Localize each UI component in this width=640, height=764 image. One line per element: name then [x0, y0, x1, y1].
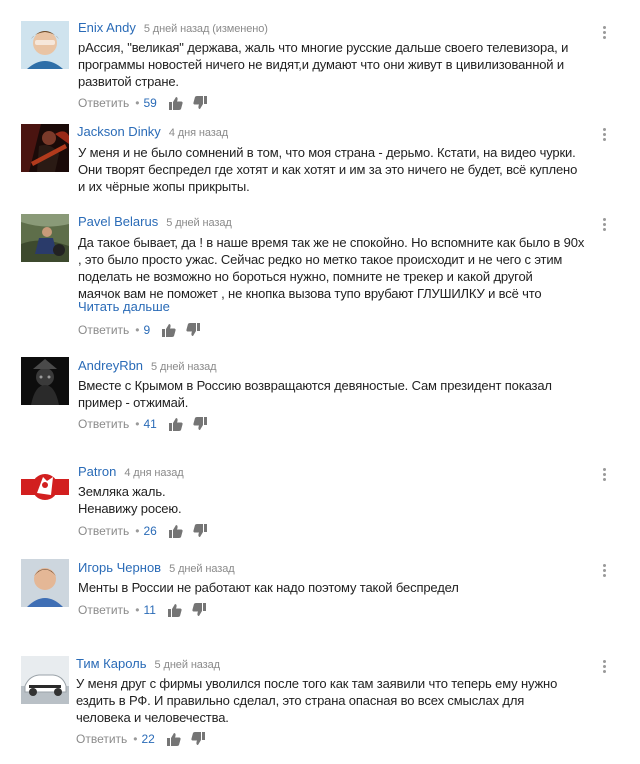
thumbs-down-icon[interactable]	[186, 323, 201, 337]
comment-line: Они творят беспредел где хотят и как хот…	[78, 162, 578, 177]
thumbs-up-icon[interactable]	[162, 323, 176, 337]
comment-text: У меня и не было сомнений в том, что моя…	[78, 144, 598, 195]
thumbs-down-icon[interactable]	[191, 732, 205, 746]
like-count: 11	[143, 603, 156, 617]
comment-actions: Ответить • 9	[78, 321, 210, 339]
more-options-icon[interactable]	[600, 218, 608, 234]
author-name[interactable]: Jackson Dinky	[77, 124, 161, 139]
comment-line: У меня друг с фирмы уволился после того …	[76, 676, 558, 691]
author-name[interactable]: Pavel Belarus	[78, 214, 158, 229]
separator-dot: •	[135, 417, 140, 431]
thumbs-down-icon[interactable]	[193, 96, 207, 110]
avatar[interactable]	[21, 357, 69, 405]
avatar[interactable]	[21, 463, 69, 511]
like-count: 22	[141, 732, 155, 746]
reply-button[interactable]: Ответить	[78, 417, 129, 431]
thumbs-down-icon[interactable]	[192, 603, 206, 617]
author-name[interactable]: Тим Кароль	[76, 656, 147, 671]
like-count: 41	[143, 417, 157, 431]
avatar[interactable]	[21, 656, 69, 704]
comment-line: и их чёрные жопы прикрыты.	[78, 179, 250, 194]
comment-time[interactable]: 4 дня назад	[169, 127, 228, 139]
author-name[interactable]: AndreyRbn	[78, 358, 143, 373]
thumbs-down-icon[interactable]	[193, 417, 207, 431]
separator-dot: •	[135, 323, 140, 337]
comment-author[interactable]: Patron 4 дня назад	[78, 464, 184, 479]
more-options-icon[interactable]	[600, 564, 608, 580]
reply-button[interactable]: Ответить	[78, 96, 129, 110]
thumbs-up-icon[interactable]	[167, 603, 182, 617]
comment-line: развитой стране.	[78, 74, 179, 89]
comment-author[interactable]: Тим Кароль 5 дней назад	[76, 656, 220, 671]
comment-line: ездить в РФ. И правильно сделал, это стр…	[76, 693, 525, 708]
avatar[interactable]	[21, 214, 69, 262]
comment-time[interactable]: 5 дней назад (изменено)	[144, 23, 268, 35]
more-options-icon[interactable]	[600, 128, 608, 144]
comment-actions: Ответить • 59	[78, 94, 217, 112]
more-options-icon[interactable]	[600, 468, 608, 484]
comment-line: Менты в России не работают как надо поэт…	[78, 580, 459, 595]
comment-text: Земляка жаль. Ненавижу росею.	[78, 483, 598, 517]
comment-line: , это было просто ужас. Сейчас редко но …	[78, 252, 563, 267]
separator-dot: •	[133, 732, 138, 746]
like-count: 59	[143, 96, 157, 110]
author-name[interactable]: Enix Andy	[78, 20, 136, 35]
comment-actions: Ответить • 41	[78, 415, 217, 433]
reply-button[interactable]: Ответить	[76, 732, 127, 746]
comment-text: рАссия, "великая" держава, жаль что мног…	[78, 39, 598, 90]
separator-dot: •	[135, 96, 140, 110]
comment-line: человека и человечества.	[76, 710, 229, 725]
more-options-icon[interactable]	[600, 660, 608, 676]
thumbs-up-icon[interactable]	[168, 417, 183, 431]
thumbs-up-icon[interactable]	[166, 732, 181, 746]
reply-button[interactable]: Ответить	[78, 524, 129, 538]
comment-time[interactable]: 5 дней назад	[155, 659, 221, 671]
separator-dot: •	[135, 524, 140, 538]
reply-button[interactable]: Ответить	[78, 603, 129, 617]
comment-line: Вместе с Крымом в Россию возвращаются де…	[78, 378, 552, 393]
thumbs-down-icon[interactable]	[193, 524, 207, 538]
comment-line: рАссия, "великая" держава, жаль что мног…	[78, 40, 569, 55]
thumbs-up-icon[interactable]	[168, 524, 183, 538]
comment-actions: Ответить • 26	[78, 522, 217, 540]
comment-author[interactable]: Enix Andy 5 дней назад (изменено)	[78, 20, 268, 35]
comment-line: Ненавижу росею.	[78, 501, 182, 516]
author-name[interactable]: Игорь Чернов	[78, 560, 161, 575]
comment-time[interactable]: 5 дней назад	[169, 563, 235, 575]
avatar[interactable]	[21, 21, 69, 69]
separator-dot: •	[135, 603, 140, 617]
thumbs-up-icon[interactable]	[168, 96, 183, 110]
comment-author[interactable]: Jackson Dinky 4 дня назад	[77, 124, 228, 139]
comment-line: программы новостей ничего не видят,и дум…	[78, 57, 564, 72]
comment-actions: Ответить • 22	[76, 730, 215, 748]
comment-text: Менты в России не работают как надо поэт…	[78, 579, 598, 596]
comment-time[interactable]: 4 дня назад	[124, 467, 183, 479]
comment-line: У меня и не было сомнений в том, что моя…	[78, 145, 576, 160]
author-name[interactable]: Patron	[78, 464, 116, 479]
comment-author[interactable]: Игорь Чернов 5 дней назад	[78, 560, 235, 575]
comment-actions: Ответить • 11	[78, 601, 216, 619]
comment-line: Да такое бывает, да ! в наше время так ж…	[78, 235, 585, 250]
reply-button[interactable]: Ответить	[78, 323, 129, 337]
comment-line: пример - отжимай.	[78, 395, 189, 410]
comment-time[interactable]: 5 дней назад	[151, 361, 217, 373]
comment-text: Да такое бывает, да ! в наше время так ж…	[78, 234, 598, 302]
more-options-icon[interactable]	[600, 26, 608, 42]
comment-author[interactable]: AndreyRbn 5 дней назад	[78, 358, 217, 373]
comment-text: Вместе с Крымом в Россию возвращаются де…	[78, 377, 598, 411]
like-count: 9	[143, 323, 151, 337]
comment-author[interactable]: Pavel Belarus 5 дней назад	[78, 214, 232, 229]
read-more-link[interactable]: Читать дальше	[78, 299, 170, 314]
like-count: 26	[143, 524, 157, 538]
comment-line: Земляка жаль.	[78, 484, 166, 499]
comment-line: поделать не возможно но бороться нужно, …	[78, 269, 533, 284]
comment-text: У меня друг с фирмы уволился после того …	[76, 675, 596, 726]
avatar[interactable]	[21, 124, 69, 172]
comment-time[interactable]: 5 дней назад	[166, 217, 232, 229]
avatar[interactable]	[21, 559, 69, 607]
